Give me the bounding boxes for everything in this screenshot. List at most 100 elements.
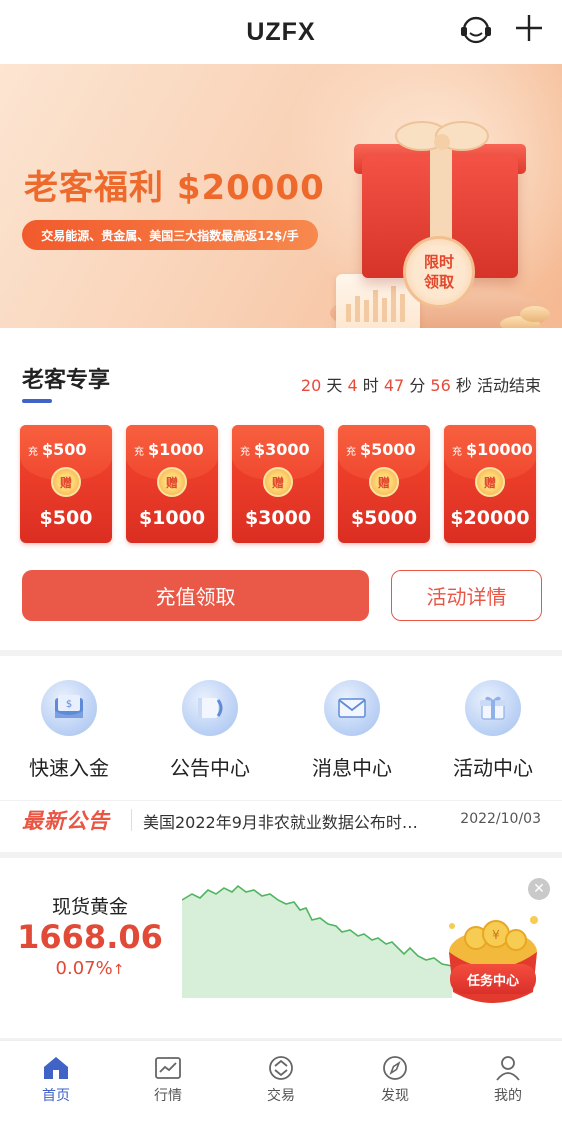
tab-label: 发现 [381,1088,409,1104]
svg-text:¥: ¥ [492,928,500,942]
tab-profile[interactable]: 我的 [468,1055,548,1105]
svg-text:$: $ [66,699,72,710]
tab-label: 我的 [494,1088,522,1104]
gold-quote-card[interactable]: 现货黄金 1668.06 0.07%↑ ✕ ¥ 任务中心 [0,858,562,1038]
menu-label: 快速入金 [29,756,109,780]
latest-announcement-tag: 最新公告 [22,809,110,833]
tab-label: 交易 [267,1088,295,1104]
bonus-seal-icon: 赠 [475,467,505,497]
red-packet-list: 充 $500 赠 $500 充 $1000 赠 $1000 充 $3000 赠 $30… [20,425,544,543]
countdown-minutes-unit: 分 [409,376,426,395]
chart-icon [155,1057,181,1079]
packet-prefix: 充 [28,447,38,458]
divider [131,809,132,831]
bottom-tab-bar: 首页 行情 交易 发现 我的 [0,1040,562,1126]
badge-line-2: 领取 [423,273,454,291]
packet-deposit-amount: $5000 [360,440,416,459]
red-packet-card[interactable]: 充 $10000 赠 $20000 [444,425,536,543]
announcement-bar[interactable]: 最新公告 美国2022年9月非农就业数据公布时间调整 2022/10/03 [0,800,562,852]
gift-bow-icon [395,121,489,151]
app-title: UZFX [246,17,316,46]
menu-item-deposit[interactable]: $ 快速入金 [19,680,119,781]
top-bar: UZFX [0,0,562,64]
headset-icon[interactable] [458,12,494,48]
red-packet-card[interactable]: 充 $3000 赠 $3000 [232,425,324,543]
packet-top: 充 $10000 [452,440,533,459]
close-icon[interactable]: ✕ [528,878,550,900]
tab-market[interactable]: 行情 [128,1055,208,1105]
packet-prefix: 充 [346,447,356,458]
plus-icon[interactable] [513,12,545,44]
sparkline-chart [182,884,452,998]
countdown-hours-unit: 时 [362,376,379,395]
tab-discover[interactable]: 发现 [355,1055,435,1105]
task-center-widget[interactable]: ¥ 任务中心 [436,902,550,1016]
announcement-text[interactable]: 美国2022年9月非农就业数据公布时间调整 [143,809,419,833]
change-percent: 0.07% [55,958,113,979]
countdown-suffix: 活动结束 [476,376,541,395]
countdown-days-unit: 天 [326,376,343,395]
packet-top: 充 $500 [28,440,87,459]
countdown-hours: 4 [347,376,358,395]
menu-label: 公告中心 [170,756,250,780]
exchange-icon [269,1056,293,1080]
countdown-seconds-unit: 秒 [455,376,472,395]
packet-prefix: 充 [452,447,462,458]
packet-prefix: 充 [240,447,250,458]
coin-decoration [520,306,550,322]
packet-top: 充 $5000 [346,440,416,459]
vip-offer-section: 老客专享 20 天 4 时 47 分 56 秒 活动结束 充 $500 赠 $50… [0,328,562,650]
packet-bonus-amount: $20000 [450,507,530,529]
deposit-claim-button[interactable]: 充值领取 [22,570,369,621]
home-icon [44,1057,68,1079]
bonus-seal-icon: 赠 [51,467,81,497]
countdown-timer: 20 天 4 时 47 分 56 秒 活动结束 [301,372,541,396]
packet-prefix: 充 [134,447,144,458]
promo-banner[interactable]: 老客福利 $20000 交易能源、贵金属、美国三大指数最高返12$/手 限时 领… [0,64,562,328]
menu-item-messages[interactable]: 消息中心 [302,680,402,781]
packet-deposit-amount: $10000 [466,440,533,459]
quick-menu: $ 快速入金 公告中心 消息中心 活动中心 [0,656,562,800]
treasure-pot-icon: ¥ [449,916,538,1003]
packet-bonus-amount: $1000 [138,507,206,529]
packet-top: 充 $1000 [134,440,204,459]
gift-icon [465,680,521,736]
menu-label: 活动中心 [453,756,533,780]
banner-subline: 交易能源、贵金属、美国三大指数最高返12$/手 [22,220,318,250]
tab-trade[interactable]: 交易 [241,1055,321,1105]
announcement-date: 2022/10/03 [460,811,541,827]
limited-time-badge: 限时 领取 [403,236,475,308]
menu-item-activities[interactable]: 活动中心 [443,680,543,781]
tab-label: 首页 [42,1088,70,1104]
menu-item-announcements[interactable]: 公告中心 [160,680,260,781]
countdown-seconds: 56 [430,376,451,395]
banner-headline: 老客福利 $20000 [24,168,325,208]
red-packet-card[interactable]: 充 $5000 赠 $5000 [338,425,430,543]
packet-bonus-amount: $500 [39,507,93,529]
bonus-seal-icon: 赠 [369,467,399,497]
title-underline [22,399,52,403]
instrument-price: 1668.06 [17,918,163,956]
countdown-minutes: 47 [383,376,405,395]
badge-line-1: 限时 [423,253,454,271]
instrument-name: 现货黄金 [51,896,128,918]
menu-label: 消息中心 [312,756,392,780]
task-center-label: 任务中心 [450,964,536,994]
countdown-days: 20 [300,376,322,395]
packet-bonus-amount: $3000 [244,507,312,529]
activity-details-button[interactable]: 活动详情 [391,570,542,621]
announcement-icon [182,680,238,736]
up-arrow-icon: ↑ [112,962,125,978]
packet-top: 充 $3000 [240,440,310,459]
red-packet-card[interactable]: 充 $1000 赠 $1000 [126,425,218,543]
packet-deposit-amount: $500 [42,440,87,459]
red-packet-card[interactable]: 充 $500 赠 $500 [20,425,112,543]
compass-icon [383,1056,407,1080]
packet-deposit-amount: $3000 [254,440,310,459]
tab-home[interactable]: 首页 [16,1055,96,1105]
bonus-seal-icon: 赠 [263,467,293,497]
tab-label: 行情 [154,1088,182,1104]
bonus-seal-icon: 赠 [157,467,187,497]
deposit-icon: $ [41,680,97,736]
packet-deposit-amount: $1000 [148,440,204,459]
